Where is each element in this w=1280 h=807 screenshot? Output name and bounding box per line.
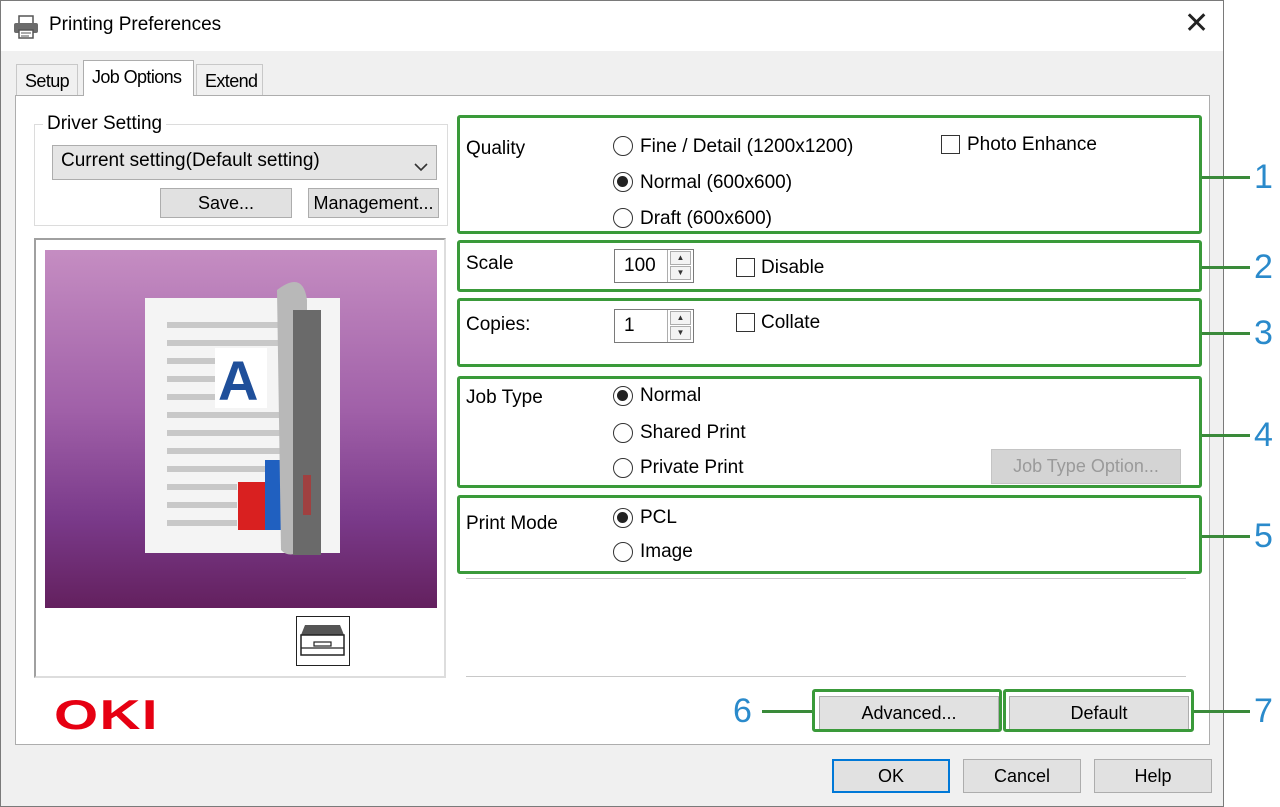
quality-draft-label: Draft (600x600) <box>640 208 773 229</box>
close-icon[interactable]: ✕ <box>1184 9 1209 39</box>
callout-number-1: 1 <box>1254 158 1273 196</box>
driver-setting-combo[interactable]: Current setting(Default setting) <box>52 145 437 180</box>
spin-down-icon[interactable]: ▼ <box>670 326 691 340</box>
copies-spinner-buttons: ▲ ▼ <box>667 310 693 342</box>
quality-normal-radio[interactable] <box>613 172 633 192</box>
print-mode-image-radio[interactable] <box>613 542 633 562</box>
job-type-label: Job Type <box>466 387 543 408</box>
oki-logo-text: OKI <box>54 691 159 738</box>
print-mode-pcl-label: PCL <box>640 507 677 528</box>
print-mode-image-label: Image <box>640 541 693 562</box>
callout-number-6: 6 <box>733 692 752 730</box>
callout-number-4: 4 <box>1254 416 1273 454</box>
title-bar: Printing Preferences ✕ <box>1 1 1223 51</box>
disable-label: Disable <box>761 257 825 278</box>
disable-checkbox[interactable] <box>736 258 755 277</box>
job-type-private-radio[interactable] <box>613 458 633 478</box>
document-preview-image: A <box>45 250 437 608</box>
job-type-shared-radio[interactable] <box>613 423 633 443</box>
callout-line <box>1202 176 1250 179</box>
spin-up-icon[interactable]: ▲ <box>670 311 691 325</box>
tab-extend[interactable]: Extend <box>196 64 263 96</box>
quality-draft-radio[interactable] <box>613 208 633 228</box>
callout-line <box>1202 332 1250 335</box>
oki-logo: OKI <box>54 691 159 739</box>
chevron-down-icon <box>414 156 428 178</box>
callout-line <box>762 710 812 713</box>
callout-line <box>1202 266 1250 269</box>
photo-enhance-label: Photo Enhance <box>967 134 1097 155</box>
document-illustration: A <box>145 282 340 555</box>
quality-fine-label: Fine / Detail (1200x1200) <box>640 136 854 157</box>
job-type-normal-radio[interactable] <box>613 386 633 406</box>
spin-down-icon[interactable]: ▼ <box>670 266 691 280</box>
advanced-button[interactable]: Advanced... <box>819 696 999 730</box>
copies-value: 1 <box>624 315 635 336</box>
printing-preferences-dialog: Printing Preferences ✕ Setup Job Options… <box>0 0 1224 807</box>
preview-frame: A <box>34 238 446 678</box>
quality-label: Quality <box>466 138 526 159</box>
management-button[interactable]: Management... <box>308 188 439 218</box>
quality-fine-radio[interactable] <box>613 136 633 156</box>
driver-setting-title: Driver Setting <box>43 113 167 135</box>
default-button[interactable]: Default <box>1009 696 1189 730</box>
collate-label: Collate <box>761 312 821 333</box>
scale-value: 100 <box>624 255 656 276</box>
callout-line <box>1194 710 1250 713</box>
photo-enhance-checkbox[interactable] <box>941 135 960 154</box>
printer-icon <box>13 15 39 44</box>
callout-number-3: 3 <box>1254 314 1273 352</box>
quality-normal-label: Normal (600x600) <box>640 172 793 193</box>
spin-up-icon[interactable]: ▲ <box>670 251 691 265</box>
separator <box>466 676 1186 677</box>
callout-number-5: 5 <box>1254 517 1273 555</box>
window-title: Printing Preferences <box>49 14 222 35</box>
collate-checkbox[interactable] <box>736 313 755 332</box>
printer-tray-icon <box>296 616 350 666</box>
callout-line <box>1202 434 1250 437</box>
print-mode-label: Print Mode <box>466 513 558 534</box>
preview-letter: A <box>218 349 258 412</box>
scale-label: Scale <box>466 253 514 274</box>
ok-button[interactable]: OK <box>832 759 950 793</box>
scale-spinner[interactable]: 100 ▲ ▼ <box>614 249 694 283</box>
callout-number-2: 2 <box>1254 248 1273 286</box>
callout-line <box>1202 535 1250 538</box>
save-button[interactable]: Save... <box>160 188 292 218</box>
job-type-private-label: Private Print <box>640 457 744 478</box>
job-type-normal-label: Normal <box>640 385 702 406</box>
scale-spinner-buttons: ▲ ▼ <box>667 250 693 282</box>
job-type-shared-label: Shared Print <box>640 422 746 443</box>
tab-job-options[interactable]: Job Options <box>83 60 194 96</box>
tab-setup[interactable]: Setup <box>16 64 78 96</box>
driver-setting-value: Current setting(Default setting) <box>61 150 320 171</box>
copies-spinner[interactable]: 1 ▲ ▼ <box>614 309 694 343</box>
job-type-option-button[interactable]: Job Type Option... <box>991 449 1181 484</box>
cancel-button[interactable]: Cancel <box>963 759 1081 793</box>
copies-label: Copies: <box>466 314 531 335</box>
help-button[interactable]: Help <box>1094 759 1212 793</box>
callout-number-7: 7 <box>1254 692 1273 730</box>
separator <box>466 578 1186 579</box>
print-mode-pcl-radio[interactable] <box>613 508 633 528</box>
